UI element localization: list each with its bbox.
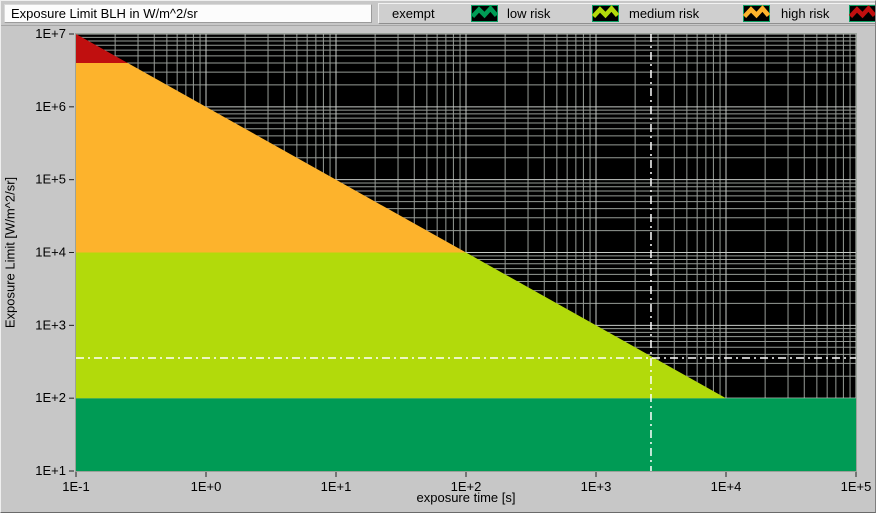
y-tick-label: 1E+3: [35, 317, 66, 332]
y-axis-title: Exposure Limit [W/m^2/sr]: [3, 148, 18, 358]
x-tick-label: 1E-1: [62, 479, 89, 494]
x-tick-label: 1E+1: [321, 479, 352, 494]
region-exempt: [76, 398, 856, 471]
y-tick-label: 1E+5: [35, 172, 66, 187]
y-tick-label: 1E+6: [35, 99, 66, 114]
x-tick-label: 1E+5: [841, 479, 872, 494]
x-axis-title: exposure time [s]: [386, 490, 546, 505]
y-tick-label: 1E+2: [35, 390, 66, 405]
y-tick-label: 1E+7: [35, 26, 66, 41]
x-tick-label: 1E+4: [711, 479, 742, 494]
xy-graph-plot[interactable]: 1E-1 1E+0 1E+1 1E+2 1E+3 1E+4 1E+5 1E+7 1E+6 1E+5…: [1, 1, 876, 513]
xy-graph-window: Exposure Limit BLH in W/m^2/sr exemptlow…: [0, 0, 876, 513]
y-tick-label: 1E+4: [35, 245, 66, 260]
x-tick-label: 1E+3: [581, 479, 612, 494]
x-tick-label: 1E+0: [191, 479, 222, 494]
y-tick-label: 1E+1: [35, 463, 66, 478]
